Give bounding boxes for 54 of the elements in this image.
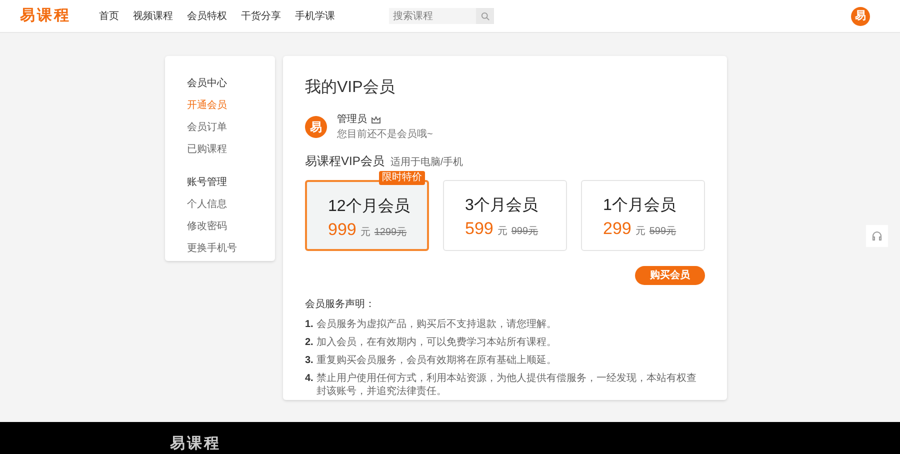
member-status-text: 您目前还不是会员哦~	[337, 128, 433, 142]
nav-link[interactable]: 视频课程	[133, 8, 173, 24]
user-name: 管理员	[337, 113, 367, 127]
site-logo[interactable]: 易课程	[20, 4, 71, 28]
term-text: 重复购买会员服务，会员有效期将在原有基础上顺延。	[316, 354, 556, 367]
original-price: 1299元	[374, 226, 407, 240]
original-price: 999元	[511, 225, 538, 239]
sidebar-heading: 账号管理	[187, 176, 228, 190]
plan-card[interactable]: 1个月会员 299 元 599元	[581, 180, 705, 251]
search-button[interactable]	[476, 8, 494, 24]
plan-card[interactable]: 12个月会员 999 元 1299元	[305, 180, 429, 251]
search-icon	[480, 12, 490, 20]
sidebar-item[interactable]: 更换手机号	[187, 241, 275, 256]
sidebar-heading: 会员中心	[187, 76, 228, 91]
footer-logo: 易课程	[170, 435, 221, 452]
sale-badge: 限时特价	[379, 171, 425, 185]
term-number: 1.	[305, 318, 314, 331]
sidebar-item[interactable]: 修改密码	[187, 219, 275, 234]
page-title: 我的VIP会员	[305, 78, 396, 98]
term-number: 3.	[305, 354, 314, 367]
section-note: 适用于电脑/手机	[390, 156, 464, 170]
term-number: 4.	[305, 372, 314, 386]
headset-icon	[871, 230, 883, 242]
sidebar-item[interactable]: 会员订单	[187, 120, 275, 135]
sidebar-item[interactable]: 开通会员	[187, 98, 275, 113]
support-button[interactable]	[866, 225, 888, 247]
sidebar-item[interactable]: 个人信息	[187, 197, 275, 212]
search-field[interactable]: 搜索课程	[389, 8, 476, 24]
plan-name: 1个月会员	[603, 196, 677, 216]
plan-name: 12个月会员	[328, 197, 411, 217]
term-text: 加入会员，在有效期内，可以免费学习本站所有课程。	[316, 336, 556, 349]
user-avatar[interactable]: 易	[851, 6, 870, 26]
nav-link[interactable]: 首页	[99, 8, 119, 24]
nav-link[interactable]: 手机学课	[295, 8, 335, 24]
price-unit: 元	[635, 225, 646, 239]
term-number: 2.	[305, 336, 314, 349]
crown-icon	[371, 116, 381, 124]
original-price: 599元	[649, 225, 676, 239]
price-unit: 元	[360, 226, 370, 240]
price-unit: 元	[497, 225, 508, 239]
sidebar-item[interactable]: 已购课程	[187, 142, 275, 157]
plan-price: 999	[328, 219, 356, 241]
term-text: 禁止用户使用任何方式，利用本站资源，为他人提供有偿服务，一经发现，本站有权查封该账号，并追究法律责任。	[316, 372, 698, 398]
plan-name: 3个月会员	[465, 196, 539, 216]
plan-price: 299	[603, 218, 632, 240]
terms-title: 会员服务声明：	[305, 298, 376, 312]
term-text: 会员服务为虚拟产品，购买后不支持退款，请您理解。	[316, 318, 556, 331]
plan-card[interactable]: 3个月会员 599 元 999元	[443, 180, 567, 251]
section-title: 易课程VIP会员	[305, 153, 384, 170]
nav-link[interactable]: 干货分享	[241, 8, 281, 24]
nav-link[interactable]: 会员特权	[187, 8, 227, 24]
plan-price: 599	[465, 218, 494, 240]
user-avatar: 易	[305, 116, 327, 138]
buy-button[interactable]: 购买会员	[635, 266, 705, 285]
